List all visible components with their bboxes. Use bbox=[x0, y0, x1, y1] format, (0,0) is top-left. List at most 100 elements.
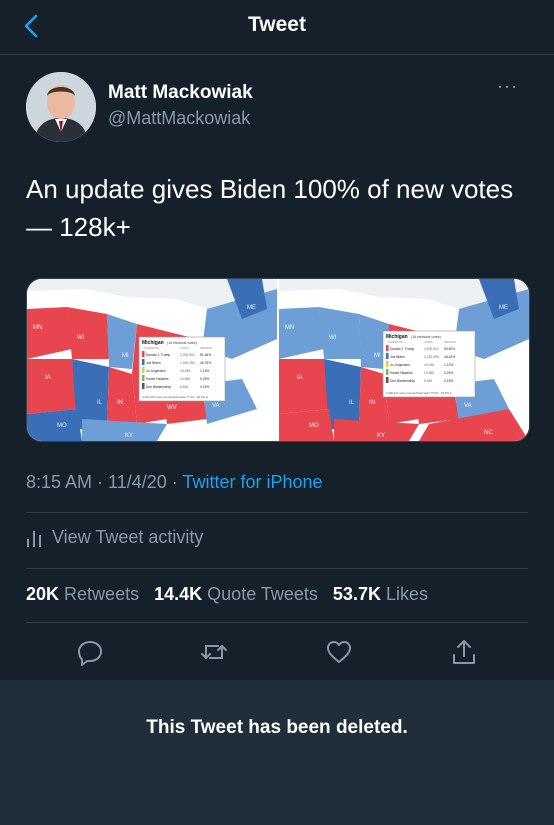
retweet-icon[interactable] bbox=[200, 638, 228, 666]
tweet-meta: 8:15 AM · 11/4/20 · Twitter for iPhone bbox=[26, 472, 323, 493]
candidate-swatch bbox=[386, 345, 389, 351]
view-activity-link[interactable]: View Tweet activity bbox=[26, 527, 203, 548]
col-header: VOTES bbox=[424, 340, 433, 344]
candidate-name: Howie Hawkins bbox=[390, 371, 413, 375]
candidate-votes: 2,200,902 bbox=[424, 347, 439, 351]
col-header: PERCENT bbox=[200, 346, 213, 350]
more-dots-icon[interactable]: ··· bbox=[497, 76, 518, 97]
state-label: NC bbox=[484, 430, 493, 436]
page-title: Tweet bbox=[248, 13, 306, 36]
deleted-message: This Tweet has been deleted. bbox=[146, 717, 408, 738]
candidate-swatch bbox=[142, 375, 145, 381]
col-header: PERCENT bbox=[444, 340, 457, 344]
tweet-time: 8:15 AM · 11/4/20 · bbox=[26, 472, 183, 492]
tweet-stats: 20K Retweets 14.4K Quote Tweets 53.7K Li… bbox=[26, 584, 438, 605]
candidate-percent: 51.64% bbox=[200, 353, 211, 357]
state-label: MN bbox=[285, 325, 294, 331]
tweet-author: Matt Mackowiak @MattMackowiak ··· bbox=[26, 72, 526, 142]
candidate-name: Joe Biden bbox=[390, 355, 405, 359]
candidate-votes: 2,200,902 bbox=[180, 353, 195, 357]
candidate-swatch bbox=[386, 353, 389, 359]
share-icon[interactable] bbox=[450, 638, 478, 666]
candidate-votes: 49,198 bbox=[180, 369, 190, 373]
candidate-name: Howie Hawkins bbox=[146, 377, 169, 381]
state-label: MI bbox=[374, 353, 381, 359]
like-icon[interactable] bbox=[325, 638, 353, 666]
election-map-right: Michigan (16 electoral votes) CANDIDATE V… bbox=[279, 279, 529, 441]
state-label: WV bbox=[167, 405, 177, 411]
candidate-percent: 0.25% bbox=[200, 377, 209, 381]
candidate-votes: 6,549 bbox=[424, 379, 432, 383]
candidate-percent: 0.15% bbox=[444, 379, 453, 383]
state-label: ME bbox=[247, 305, 256, 311]
candidate-percent: 1.15% bbox=[200, 369, 209, 373]
state-label: MN bbox=[33, 325, 42, 331]
state-label: IN bbox=[369, 400, 375, 406]
candidate-name: Donald J. Trump bbox=[146, 353, 170, 357]
candidate-votes: 6,549 bbox=[180, 385, 188, 389]
info-box-subtitle: (16 electoral votes) bbox=[167, 341, 197, 345]
candidate-name: Don Blankenship bbox=[390, 379, 415, 383]
candidate-percent: 48.42% bbox=[444, 355, 455, 359]
candidate-votes: 10,566 bbox=[180, 377, 190, 381]
deleted-notice: This Tweet has been deleted. bbox=[0, 680, 554, 825]
info-box-footnote: 4,400,217 votes counted Estimated 79.6% … bbox=[386, 391, 452, 395]
candidate-name: Joe Biden bbox=[146, 361, 161, 365]
quotes-count: 14.4K bbox=[154, 584, 203, 604]
state-label: VA bbox=[464, 403, 472, 409]
likes-count: 53.7K bbox=[332, 584, 381, 604]
author-handle[interactable]: @MattMackowiak bbox=[108, 108, 250, 129]
candidate-name: Don Blankenship bbox=[146, 385, 171, 389]
state-label: KY bbox=[377, 433, 385, 439]
state-label: KY bbox=[125, 433, 133, 439]
tweet-media[interactable]: Michigan (16 electoral votes) CANDIDATE V… bbox=[26, 278, 530, 442]
candidate-swatch bbox=[142, 367, 145, 373]
author-name[interactable]: Matt Mackowiak bbox=[108, 82, 253, 104]
state-label: IA bbox=[297, 375, 303, 381]
state-label: WI bbox=[77, 335, 85, 341]
state-label: OH bbox=[424, 360, 433, 366]
state-label: OH bbox=[172, 360, 181, 366]
state-label: IA bbox=[45, 375, 51, 381]
quotes-stat[interactable]: 14.4K Quote Tweets bbox=[154, 584, 318, 604]
divider bbox=[26, 512, 528, 513]
tweet-actions bbox=[0, 630, 554, 674]
info-box-subtitle: (16 electoral votes) bbox=[411, 335, 441, 339]
state-label: VA bbox=[212, 403, 220, 409]
avatar[interactable] bbox=[26, 72, 96, 142]
candidate-swatch bbox=[386, 361, 389, 367]
state-label: MI bbox=[122, 353, 129, 359]
candidate-swatch bbox=[386, 377, 389, 383]
candidate-swatch bbox=[142, 351, 145, 357]
divider bbox=[26, 568, 528, 569]
info-box-footnote: 4,261,379 votes counted Estimated 77.3% … bbox=[142, 395, 208, 399]
state-label: ME bbox=[499, 305, 508, 311]
quotes-label: Quote Tweets bbox=[207, 584, 318, 604]
state-label: IN bbox=[117, 400, 123, 406]
tweet-source-link[interactable]: Twitter for iPhone bbox=[182, 472, 322, 492]
state-label: IL bbox=[349, 400, 355, 406]
candidate-votes: 1,992,356 bbox=[180, 361, 195, 365]
activity-label: View Tweet activity bbox=[52, 527, 204, 547]
candidate-votes: 10,566 bbox=[424, 371, 434, 375]
state-label: WI bbox=[329, 335, 337, 341]
likes-stat[interactable]: 53.7K Likes bbox=[333, 584, 428, 604]
reply-icon[interactable] bbox=[76, 638, 104, 666]
state-label: MO bbox=[309, 423, 319, 429]
info-box-title: Michigan bbox=[142, 340, 164, 346]
retweets-count: 20K bbox=[26, 584, 60, 604]
col-header: VOTES bbox=[180, 346, 189, 350]
retweets-stat[interactable]: 20K Retweets bbox=[26, 584, 139, 604]
info-box-title: Michigan bbox=[386, 334, 408, 340]
candidate-swatch bbox=[142, 383, 145, 389]
candidate-percent: 46.75% bbox=[200, 361, 211, 365]
candidate-name: Jo Jorgensen bbox=[146, 369, 166, 373]
candidate-swatch bbox=[142, 359, 145, 365]
election-map-left: Michigan (16 electoral votes) CANDIDATE V… bbox=[27, 279, 277, 441]
retweets-label: Retweets bbox=[64, 584, 140, 604]
candidate-votes: 2,120,495 bbox=[424, 355, 439, 359]
tweet-text: An update gives Biden 100% of new votes … bbox=[26, 174, 514, 242]
candidate-name: Jo Jorgensen bbox=[390, 363, 410, 367]
candidate-name: Donald J. Trump bbox=[390, 347, 414, 351]
likes-label: Likes bbox=[385, 584, 429, 604]
